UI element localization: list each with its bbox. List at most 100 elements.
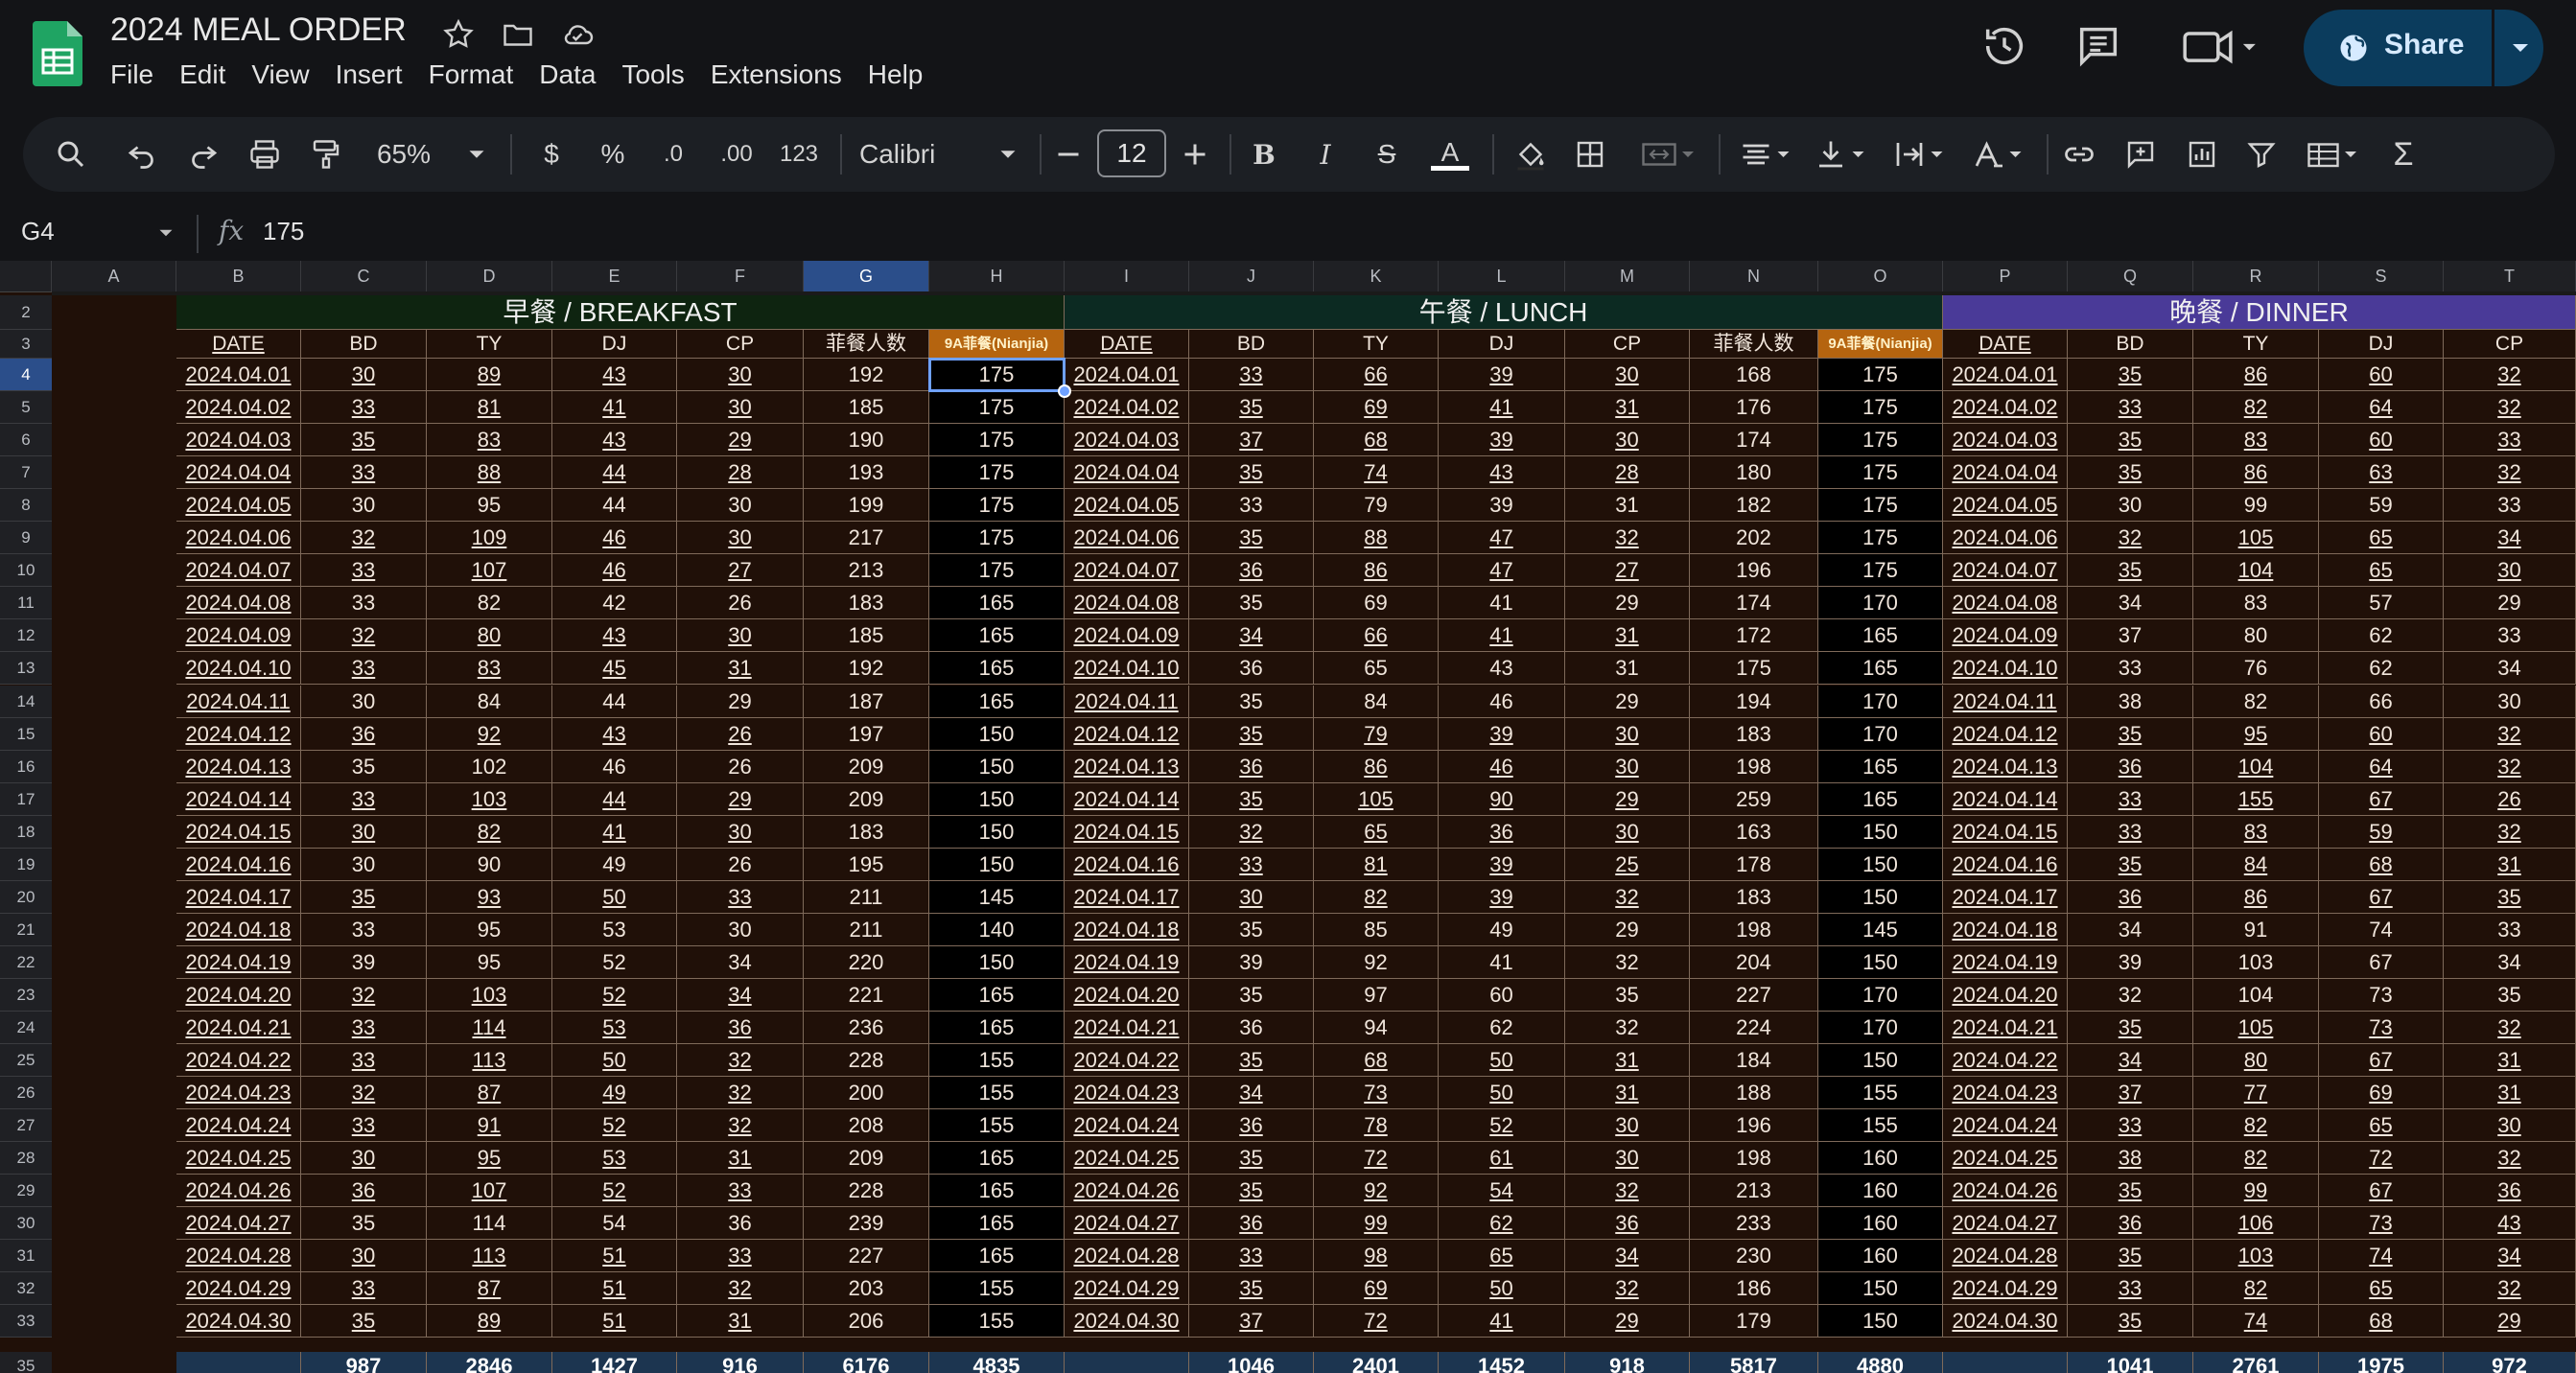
nianjia-cell[interactable]: 165 [1818, 652, 1943, 686]
count-cell[interactable]: 34 [2444, 1240, 2576, 1273]
count-cell[interactable]: 183 [1690, 880, 1818, 914]
date-cell[interactable]: 2024.04.09 [1065, 619, 1189, 653]
count-cell[interactable]: 206 [804, 1305, 929, 1338]
menu-tools[interactable]: Tools [621, 59, 698, 90]
count-cell[interactable]: 35 [1189, 685, 1314, 718]
count-cell[interactable]: 28 [1565, 456, 1690, 490]
date-cell[interactable]: 2024.04.12 [1943, 717, 2068, 751]
count-cell[interactable]: 29 [1565, 1305, 1690, 1338]
count-cell[interactable]: 32 [2444, 1012, 2576, 1045]
count-cell[interactable]: 73 [1314, 1077, 1439, 1110]
date-cell[interactable]: 2024.04.28 [1065, 1240, 1189, 1273]
star-icon[interactable] [441, 17, 476, 57]
date-cell[interactable]: 2024.04.29 [176, 1272, 301, 1306]
nianjia-cell[interactable]: 155 [929, 1077, 1065, 1110]
count-cell[interactable]: 32 [2444, 750, 2576, 783]
count-cell[interactable]: 213 [804, 554, 929, 588]
count-cell[interactable]: 39 [1439, 880, 1565, 914]
date-cell[interactable]: 2024.04.29 [1943, 1272, 2068, 1306]
menu-format[interactable]: Format [429, 59, 528, 90]
count-cell[interactable]: 43 [552, 424, 677, 457]
count-cell[interactable]: 36 [2068, 1207, 2193, 1241]
count-cell[interactable]: 39 [1439, 848, 1565, 881]
count-cell[interactable]: 32 [1565, 1175, 1690, 1208]
count-cell[interactable]: 113 [427, 1044, 552, 1078]
count-cell[interactable]: 41 [1439, 587, 1565, 620]
total-cell[interactable]: 987 [301, 1352, 427, 1373]
count-cell[interactable]: 30 [1565, 815, 1690, 849]
count-cell[interactable]: 36 [1439, 815, 1565, 849]
header-lunch-1[interactable]: BD [1189, 330, 1314, 359]
count-cell[interactable]: 35 [301, 750, 427, 783]
count-cell[interactable]: 34 [1189, 1077, 1314, 1110]
count-cell[interactable]: 33 [2444, 913, 2576, 946]
count-cell[interactable]: 83 [427, 652, 552, 686]
cloud-saved-icon[interactable] [560, 17, 595, 57]
count-cell[interactable]: 32 [2068, 978, 2193, 1012]
count-cell[interactable]: 65 [2319, 554, 2444, 588]
row-header-17[interactable]: 17 [0, 782, 52, 816]
count-cell[interactable]: 35 [301, 1207, 427, 1241]
count-cell[interactable]: 83 [427, 424, 552, 457]
count-cell[interactable]: 94 [1314, 1012, 1439, 1045]
count-cell[interactable]: 39 [1439, 424, 1565, 457]
nianjia-cell[interactable]: 165 [929, 978, 1065, 1012]
count-cell[interactable]: 67 [2319, 1044, 2444, 1078]
print-icon[interactable] [244, 133, 286, 175]
count-cell[interactable]: 29 [677, 685, 804, 718]
count-cell[interactable]: 35 [2068, 1175, 2193, 1208]
count-cell[interactable]: 34 [1565, 1240, 1690, 1273]
date-cell[interactable]: 2024.04.30 [176, 1305, 301, 1338]
count-cell[interactable]: 79 [1314, 717, 1439, 751]
formula-input[interactable]: 175 [263, 217, 304, 246]
count-cell[interactable]: 32 [1565, 880, 1690, 914]
row-header-28[interactable]: 28 [0, 1142, 52, 1175]
count-cell[interactable]: 95 [427, 489, 552, 523]
count-cell[interactable]: 82 [2193, 1109, 2319, 1143]
count-cell[interactable]: 36 [2444, 1175, 2576, 1208]
count-cell[interactable]: 36 [301, 717, 427, 751]
count-cell[interactable]: 72 [1314, 1142, 1439, 1175]
header-dinner-3[interactable]: DJ [2319, 330, 2444, 359]
fill-handle[interactable] [1058, 384, 1071, 399]
count-cell[interactable]: 185 [804, 391, 929, 425]
nianjia-cell[interactable]: 175 [1818, 391, 1943, 425]
header-breakfast-3[interactable]: DJ [552, 330, 677, 359]
count-cell[interactable]: 62 [2319, 619, 2444, 653]
date-cell[interactable]: 2024.04.17 [1943, 880, 2068, 914]
date-cell[interactable]: 2024.04.05 [1065, 489, 1189, 523]
count-cell[interactable]: 98 [1314, 1240, 1439, 1273]
nianjia-cell[interactable]: 175 [1818, 522, 1943, 555]
count-cell[interactable]: 65 [1439, 1240, 1565, 1273]
count-cell[interactable]: 77 [2193, 1077, 2319, 1110]
count-cell[interactable]: 194 [1690, 685, 1818, 718]
count-cell[interactable]: 33 [301, 913, 427, 946]
count-cell[interactable]: 30 [301, 1142, 427, 1175]
count-cell[interactable]: 80 [2193, 619, 2319, 653]
count-cell[interactable]: 95 [2193, 717, 2319, 751]
total-cell[interactable]: 4835 [929, 1352, 1065, 1373]
count-cell[interactable]: 172 [1690, 619, 1818, 653]
count-cell[interactable]: 28 [677, 456, 804, 490]
count-cell[interactable]: 32 [301, 978, 427, 1012]
count-cell[interactable]: 91 [2193, 913, 2319, 946]
count-cell[interactable]: 42 [552, 587, 677, 620]
count-cell[interactable]: 73 [2319, 978, 2444, 1012]
date-cell[interactable]: 2024.04.01 [176, 359, 301, 392]
row-header-22[interactable]: 22 [0, 945, 52, 979]
count-cell[interactable]: 49 [552, 848, 677, 881]
date-cell[interactable]: 2024.04.27 [176, 1207, 301, 1241]
total-cell[interactable]: 916 [677, 1352, 804, 1373]
nianjia-cell[interactable]: 175 [1818, 424, 1943, 457]
count-cell[interactable]: 183 [804, 587, 929, 620]
count-cell[interactable]: 95 [427, 945, 552, 979]
count-cell[interactable]: 47 [1439, 554, 1565, 588]
count-cell[interactable]: 54 [552, 1207, 677, 1241]
count-cell[interactable]: 44 [552, 456, 677, 490]
column-header-t[interactable]: T [2444, 261, 2576, 291]
count-cell[interactable]: 228 [804, 1175, 929, 1208]
count-cell[interactable]: 63 [2319, 456, 2444, 490]
date-cell[interactable]: 2024.04.02 [1065, 391, 1189, 425]
column-header-o[interactable]: O [1818, 261, 1943, 291]
count-cell[interactable]: 208 [804, 1109, 929, 1143]
